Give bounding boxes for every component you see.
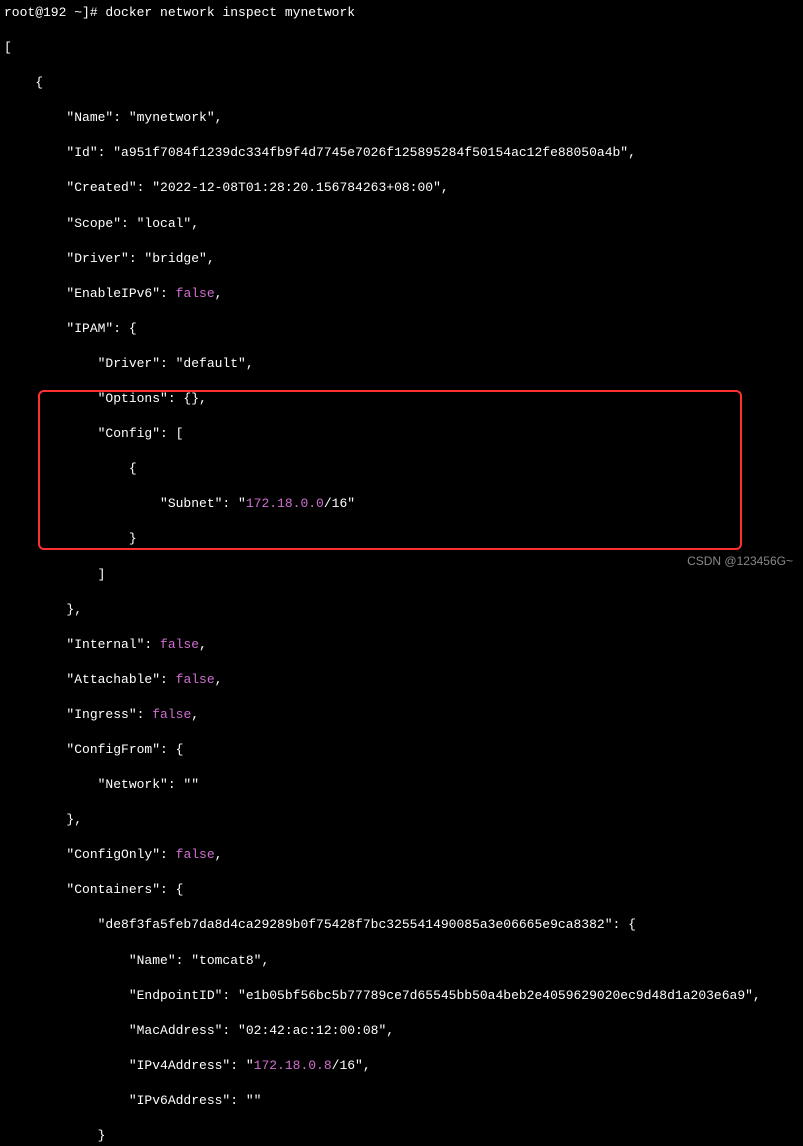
false-value: false bbox=[176, 847, 215, 862]
field-ipam-driver: "Driver": "default", bbox=[4, 355, 799, 373]
field-configfrom-network: "Network": "" bbox=[4, 776, 799, 794]
field-id: "Id": "a951f7084f1239dc334fb9f4d7745e702… bbox=[4, 144, 799, 162]
field-container-name: "Name": "tomcat8", bbox=[4, 952, 799, 970]
command-text: docker network inspect mynetwork bbox=[105, 5, 355, 20]
field-container-ipv6: "IPv6Address": "" bbox=[4, 1092, 799, 1110]
shell-prompt: root@192 ~]# docker network inspect myne… bbox=[4, 4, 799, 22]
field-internal: "Internal": false, bbox=[4, 636, 799, 654]
field-ingress: "Ingress": false, bbox=[4, 706, 799, 724]
field-driver: "Driver": "bridge", bbox=[4, 250, 799, 268]
field-ipam-config-brace: { bbox=[4, 460, 799, 478]
field-enableipv6: "EnableIPv6": false, bbox=[4, 285, 799, 303]
field-ipam-config-close: ] bbox=[4, 566, 799, 584]
false-value: false bbox=[176, 286, 215, 301]
ipv4-value: 172.18.0.8 bbox=[254, 1058, 332, 1073]
field-container-close: } bbox=[4, 1127, 799, 1145]
false-value: false bbox=[152, 707, 191, 722]
field-ipam-open: "IPAM": { bbox=[4, 320, 799, 338]
field-attachable: "Attachable": false, bbox=[4, 671, 799, 689]
field-containers-open: "Containers": { bbox=[4, 881, 799, 899]
json-array-open: [ bbox=[4, 39, 799, 57]
field-ipam-config-close-brace: } bbox=[4, 530, 799, 548]
field-ipam-config-open: "Config": [ bbox=[4, 425, 799, 443]
false-value: false bbox=[176, 672, 215, 687]
field-ipam-close: }, bbox=[4, 601, 799, 619]
field-configfrom-open: "ConfigFrom": { bbox=[4, 741, 799, 759]
json-object-open: { bbox=[4, 74, 799, 92]
field-ipam-options: "Options": {}, bbox=[4, 390, 799, 408]
field-name: "Name": "mynetwork", bbox=[4, 109, 799, 127]
subnet-value: 172.18.0.0 bbox=[246, 496, 324, 511]
field-created: "Created": "2022-12-08T01:28:20.15678426… bbox=[4, 179, 799, 197]
field-container-ipv4: "IPv4Address": "172.18.0.8/16", bbox=[4, 1057, 799, 1075]
field-configonly: "ConfigOnly": false, bbox=[4, 846, 799, 864]
watermark: CSDN @123456G~ bbox=[687, 553, 793, 569]
field-scope: "Scope": "local", bbox=[4, 215, 799, 233]
field-container-mac: "MacAddress": "02:42:ac:12:00:08", bbox=[4, 1022, 799, 1040]
field-subnet: "Subnet": "172.18.0.0/16" bbox=[4, 495, 799, 513]
field-container-id: "de8f3fa5feb7da8d4ca29289b0f75428f7bc325… bbox=[4, 916, 799, 934]
field-configfrom-close: }, bbox=[4, 811, 799, 829]
json-output: [ { "Name": "mynetwork", "Id": "a951f708… bbox=[4, 22, 799, 1146]
false-value: false bbox=[160, 637, 199, 652]
field-container-endpoint: "EndpointID": "e1b05bf56bc5b77789ce7d655… bbox=[4, 987, 799, 1005]
